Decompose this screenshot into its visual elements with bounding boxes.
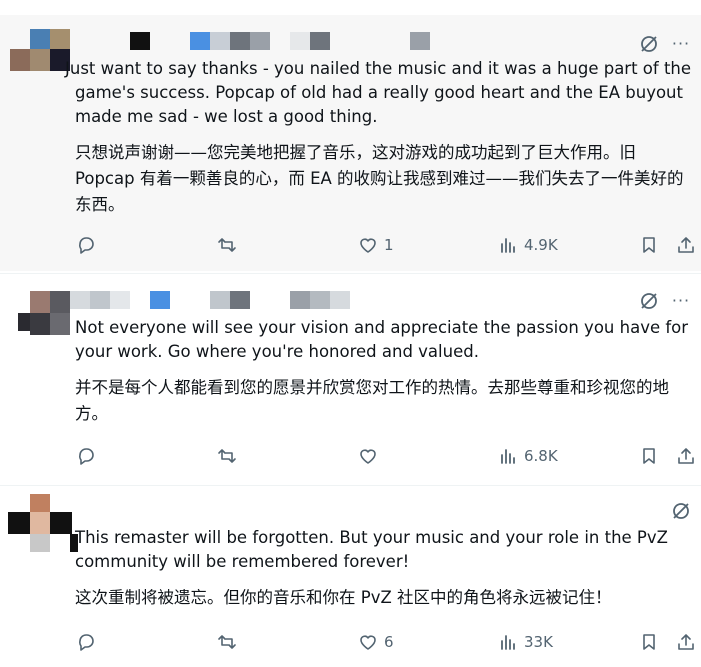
views-button[interactable]: 4.9K xyxy=(498,235,558,255)
like-button[interactable] xyxy=(358,446,384,466)
bookmark-icon xyxy=(643,634,655,650)
views-icon xyxy=(501,238,515,253)
like-count: 1 xyxy=(384,236,394,254)
repost-button[interactable] xyxy=(217,446,237,466)
bookmark-icon xyxy=(643,448,655,464)
share-icon xyxy=(678,237,694,253)
reply-button[interactable] xyxy=(76,235,96,255)
share-button[interactable] xyxy=(676,235,696,255)
views-button[interactable]: 6.8K xyxy=(498,446,558,466)
reply-icon xyxy=(79,634,94,651)
post-text: This remaster will be forgotten. But you… xyxy=(75,528,668,571)
grok-icon[interactable] xyxy=(639,34,659,54)
reply-post[interactable]: ··· Not everyone will see your vision an… xyxy=(0,273,701,484)
like-button[interactable]: 1 xyxy=(358,235,394,255)
share-button[interactable] xyxy=(676,446,696,466)
post-translation: 并不是每个人都能看到您的愿景并欣赏您对工作的热情。去那些尊重和珍视您的地方。 xyxy=(75,378,669,423)
heart-icon xyxy=(360,238,376,253)
bookmark-icon xyxy=(643,237,655,253)
avatar[interactable] xyxy=(8,494,78,552)
like-button[interactable]: 6 xyxy=(358,632,394,652)
avatar[interactable] xyxy=(10,29,70,71)
view-count: 6.8K xyxy=(524,447,558,465)
bookmark-button[interactable] xyxy=(639,632,659,652)
share-button[interactable] xyxy=(676,632,696,652)
reply-post[interactable]: ··· Just want to say thanks - you nailed… xyxy=(0,15,701,271)
avatar[interactable] xyxy=(18,291,70,335)
repost-icon xyxy=(218,238,236,252)
like-count: 6 xyxy=(384,633,394,651)
grok-icon[interactable] xyxy=(671,501,691,521)
post-body: This remaster will be forgotten. But you… xyxy=(75,526,695,611)
more-icon[interactable]: ··· xyxy=(671,34,691,54)
reply-post[interactable]: This remaster will be forgotten. But you… xyxy=(0,485,701,667)
bookmark-button[interactable] xyxy=(639,446,659,466)
repost-button[interactable] xyxy=(217,632,237,652)
heart-icon xyxy=(360,635,376,650)
reply-icon xyxy=(79,448,94,465)
views-icon xyxy=(501,635,515,650)
repost-icon xyxy=(218,449,236,463)
view-count: 33K xyxy=(524,633,553,651)
views-icon xyxy=(501,449,515,464)
heart-icon xyxy=(360,449,376,464)
post-translation: 这次重制将被遗忘。但你的音乐和你在 PvZ 社区中的角色将永远被记住！ xyxy=(75,588,612,607)
post-body: Just want to say thanks - you nailed the… xyxy=(65,57,695,218)
reply-button[interactable] xyxy=(76,446,96,466)
reply-icon xyxy=(79,237,94,254)
share-icon xyxy=(678,448,694,464)
post-translation: 只想说声谢谢——您完美地把握了音乐，这对游戏的成功起到了巨大作用。旧 Popca… xyxy=(75,143,684,214)
repost-icon xyxy=(218,635,236,649)
view-count: 4.9K xyxy=(524,236,558,254)
bookmark-button[interactable] xyxy=(639,235,659,255)
more-icon[interactable]: ··· xyxy=(671,291,691,311)
views-button[interactable]: 33K xyxy=(498,632,553,652)
post-body: Not everyone will see your vision and ap… xyxy=(75,316,695,427)
post-text: Just want to say thanks - you nailed the… xyxy=(65,59,692,126)
post-text: Not everyone will see your vision and ap… xyxy=(75,318,689,361)
repost-button[interactable] xyxy=(217,235,237,255)
reply-button[interactable] xyxy=(76,632,96,652)
share-icon xyxy=(678,634,694,650)
grok-icon[interactable] xyxy=(639,291,659,311)
